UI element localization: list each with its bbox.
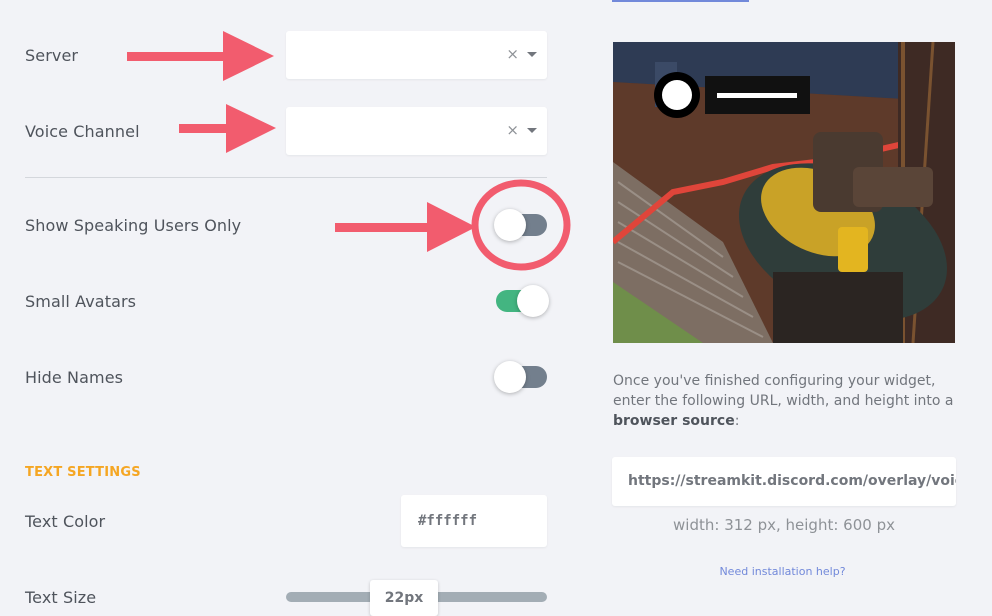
- installation-help-link[interactable]: Need installation help?: [612, 565, 953, 578]
- overlay-url-field[interactable]: https://streamkit.discord.com/overlay/vo…: [612, 457, 956, 506]
- arrow-icon: [179, 104, 276, 153]
- arrow-icon: [127, 31, 274, 81]
- browser-source-emphasis: browser source: [613, 413, 735, 429]
- instructions-text-part: Once you've finished configuring your wi…: [613, 373, 954, 409]
- widget-dimensions: width: 312 px, height: 600 px: [673, 516, 895, 534]
- instructions-text-part: :: [734, 413, 740, 429]
- highlight-circle: [471, 179, 571, 271]
- arrow-icon: [335, 202, 476, 252]
- instructions-text: Once you've finished configuring your wi…: [613, 371, 958, 431]
- overlay-preview-image: [613, 42, 955, 343]
- game-scene-image: [613, 42, 955, 343]
